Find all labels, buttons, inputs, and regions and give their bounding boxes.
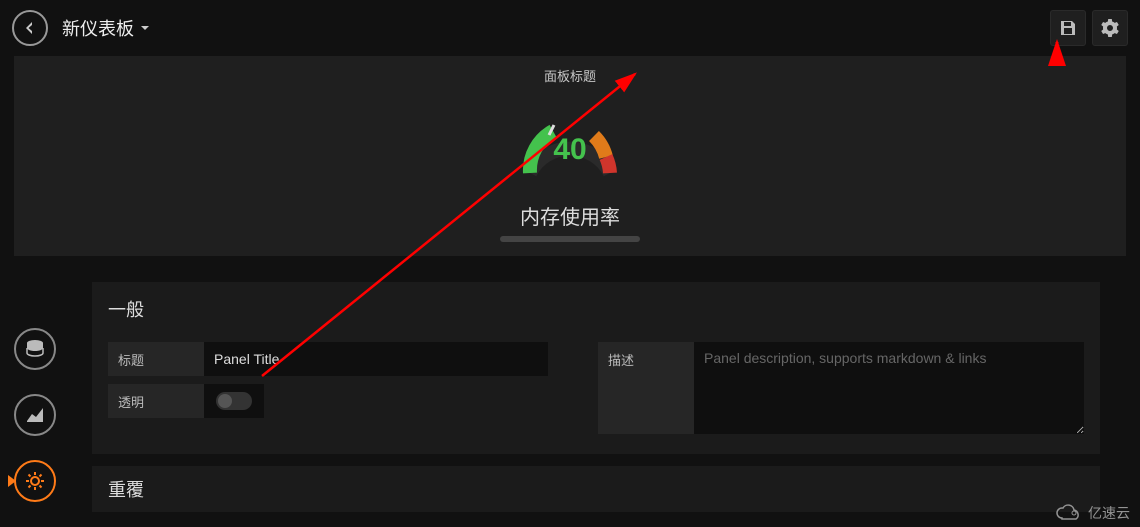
section-repeat: 重覆 bbox=[92, 466, 1100, 512]
row-transparent: 透明 bbox=[108, 384, 548, 418]
dashboard-title: 新仪表板 bbox=[62, 15, 134, 41]
gear-icon bbox=[1101, 19, 1119, 37]
settings-button[interactable] bbox=[1092, 10, 1128, 46]
input-panel-title[interactable] bbox=[204, 342, 548, 376]
gauge-value: 40 bbox=[553, 133, 586, 167]
dashboard-title-dropdown[interactable]: 新仪表板 bbox=[62, 15, 150, 41]
label-description: 描述 bbox=[598, 342, 694, 434]
panel-editor: 一般 标题 透明 描述 bbox=[0, 272, 1140, 527]
editor-body: 一般 标题 透明 描述 bbox=[92, 272, 1100, 527]
tab-visualization[interactable] bbox=[14, 394, 56, 436]
label-title: 标题 bbox=[108, 342, 204, 376]
tab-general[interactable] bbox=[14, 460, 56, 502]
row-title: 标题 bbox=[108, 342, 548, 376]
panel-title[interactable]: 面板标题 bbox=[544, 66, 596, 85]
panel-preview: 面板标题 40 内存使用率 bbox=[14, 56, 1126, 256]
tab-queries[interactable] bbox=[14, 328, 56, 370]
switch-transparent[interactable] bbox=[216, 392, 252, 410]
watermark-text: 亿速云 bbox=[1088, 503, 1130, 523]
label-transparent: 透明 bbox=[108, 384, 204, 418]
save-button[interactable] bbox=[1050, 10, 1086, 46]
section-general: 一般 标题 透明 描述 bbox=[92, 282, 1100, 454]
cloud-icon bbox=[1054, 504, 1084, 522]
database-icon bbox=[24, 338, 46, 360]
back-button[interactable] bbox=[12, 10, 48, 46]
textarea-description[interactable] bbox=[694, 342, 1084, 434]
editor-side-tabs bbox=[14, 328, 56, 526]
gauge: 40 内存使用率 bbox=[500, 103, 640, 242]
form-right-column: 描述 bbox=[598, 342, 1084, 434]
gauge-label: 内存使用率 bbox=[520, 201, 620, 230]
row-description: 描述 bbox=[598, 342, 1084, 434]
watermark: 亿速云 bbox=[1054, 503, 1130, 523]
panel-resize-handle[interactable] bbox=[500, 236, 640, 242]
chart-icon bbox=[25, 405, 45, 425]
save-icon bbox=[1059, 19, 1077, 37]
back-arrow-icon bbox=[22, 20, 38, 36]
gear-bug-icon bbox=[24, 470, 46, 492]
form-left-column: 标题 透明 bbox=[108, 342, 548, 434]
switch-transparent-wrap bbox=[204, 384, 264, 418]
section-general-heading: 一般 bbox=[92, 282, 1100, 332]
caret-down-icon bbox=[140, 23, 150, 33]
top-toolbar: 新仪表板 bbox=[0, 0, 1140, 56]
section-repeat-heading: 重覆 bbox=[108, 480, 144, 500]
